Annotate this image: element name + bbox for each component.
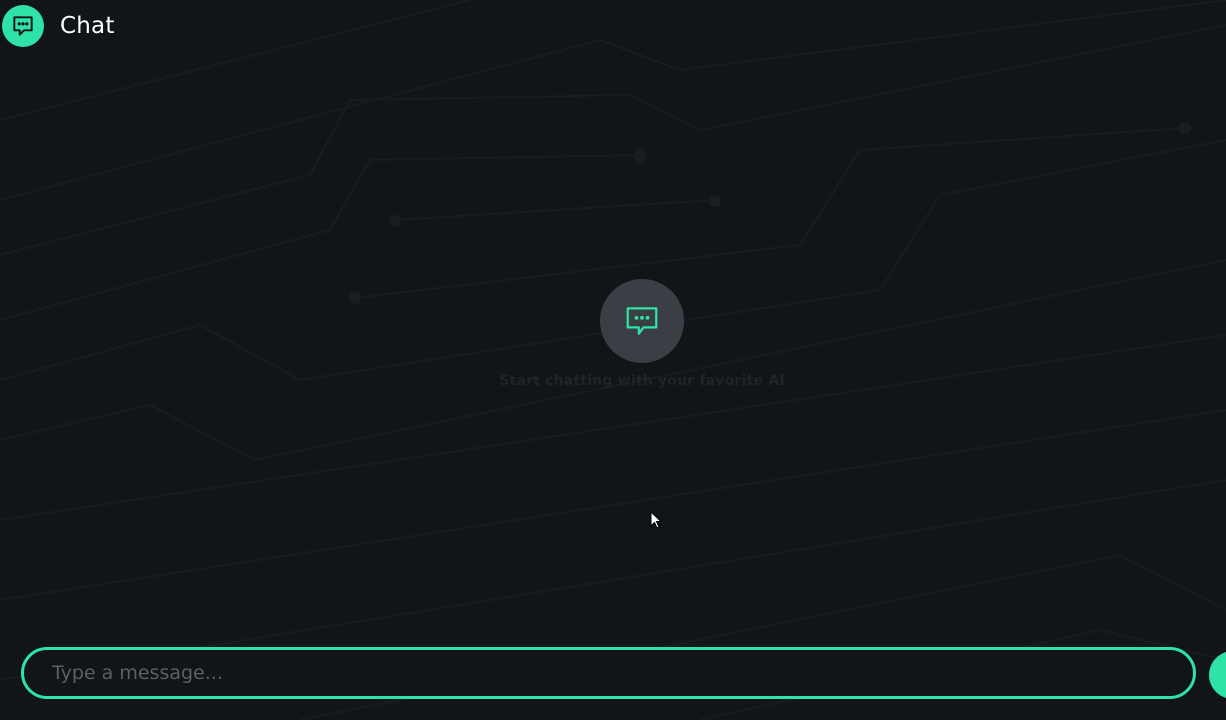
empty-state-message: Start chatting with your favorite AI bbox=[499, 373, 785, 389]
chat-bubble-icon bbox=[600, 279, 684, 363]
app-header: Chat bbox=[2, 4, 115, 48]
chat-bubble-icon bbox=[2, 5, 44, 47]
page-title: Chat bbox=[60, 13, 115, 39]
empty-state: Start chatting with your favorite AI bbox=[0, 279, 1226, 389]
mouse-cursor-icon bbox=[650, 511, 662, 529]
chat-app: Chat Start chatting with your favorite A… bbox=[0, 0, 1226, 720]
message-input[interactable] bbox=[24, 650, 1193, 696]
message-composer bbox=[21, 647, 1196, 699]
